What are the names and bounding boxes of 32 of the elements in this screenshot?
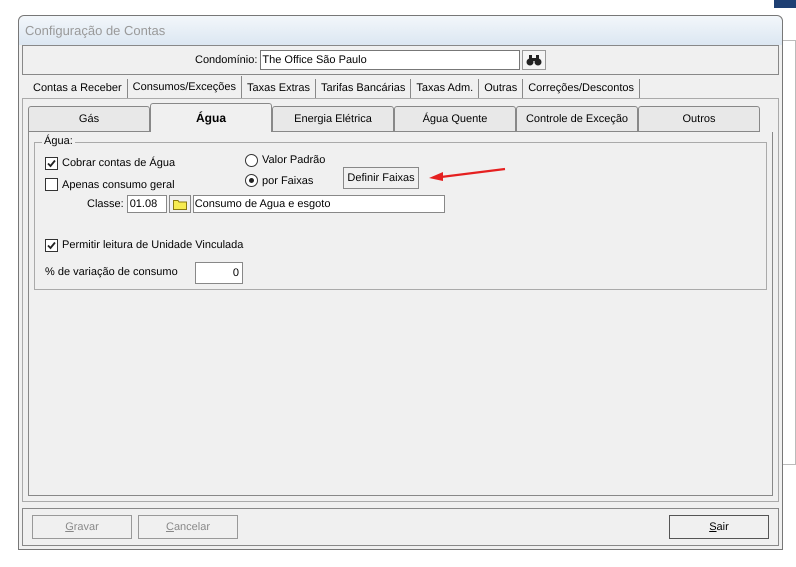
- radio-label: Valor Padrão: [262, 153, 326, 168]
- checkbox-label: Permitir leitura de Unidade Vinculada: [62, 238, 244, 253]
- action-button[interactable]: Sair: [669, 515, 769, 539]
- binoculars-icon: [526, 54, 542, 66]
- tab[interactable]: Controle de Exceção: [516, 106, 638, 132]
- classe-label: Classe:: [87, 196, 124, 212]
- folder-icon: [172, 198, 187, 210]
- tab[interactable]: Gás: [28, 106, 150, 132]
- group-title: Água:: [42, 134, 75, 148]
- define-ranges-button[interactable]: Definir Faixas: [343, 167, 419, 189]
- variation-label: % de variação de consumo: [45, 265, 179, 280]
- radio-button[interactable]: [245, 154, 258, 167]
- classe-code-field[interactable]: 01.08: [126, 195, 167, 213]
- condominio-label: Condomínio:: [195, 52, 258, 68]
- tab[interactable]: Água Quente: [394, 106, 516, 132]
- background-window-edge: [774, 0, 796, 8]
- folder-button[interactable]: [168, 195, 191, 213]
- radio-label: por Faixas: [262, 174, 314, 188]
- tab[interactable]: Água: [150, 103, 272, 132]
- checkbox[interactable]: [45, 238, 58, 252]
- condominio-field[interactable]: The Office São Paulo: [260, 50, 520, 70]
- tab[interactable]: Outros: [638, 106, 760, 132]
- classe-description-field[interactable]: Consumo de Agua e esgoto: [192, 195, 445, 213]
- checkbox[interactable]: [45, 156, 58, 170]
- checkbox-label: Apenas consumo geral: [62, 178, 175, 192]
- window-title: Configuração de Contas: [19, 16, 782, 45]
- search-button[interactable]: [522, 50, 546, 70]
- checkbox[interactable]: [45, 178, 58, 192]
- checkbox-label: Cobrar contas de Água: [62, 156, 176, 171]
- tab[interactable]: Energia Elétrica: [272, 106, 394, 132]
- variation-field[interactable]: 0: [195, 262, 243, 284]
- radio-button[interactable]: [245, 174, 258, 188]
